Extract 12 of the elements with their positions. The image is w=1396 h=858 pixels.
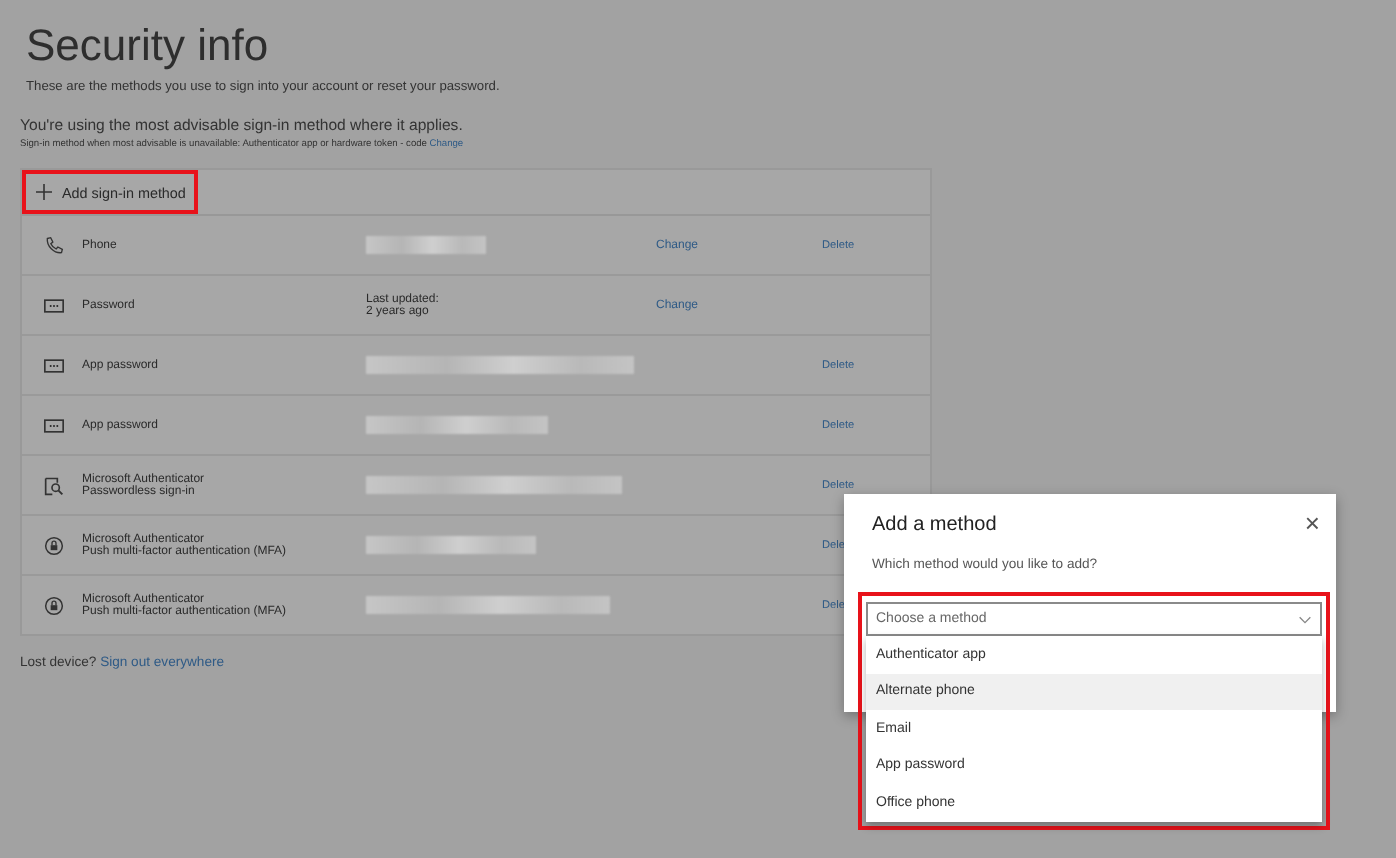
password-icon: [44, 415, 64, 435]
phone-icon: [44, 235, 64, 255]
lock-circle-icon: [44, 535, 64, 555]
password-icon: [44, 295, 64, 315]
lock-circle-icon: [44, 595, 64, 615]
page-title: Security info: [26, 20, 271, 72]
plus-icon: [36, 184, 52, 200]
chevron-down-icon: [1298, 615, 1312, 623]
dialog-title: Add a method: [872, 513, 997, 535]
close-button[interactable]: ×: [1304, 512, 1320, 536]
password-icon: [44, 355, 64, 375]
badge-search-icon: [44, 475, 64, 495]
